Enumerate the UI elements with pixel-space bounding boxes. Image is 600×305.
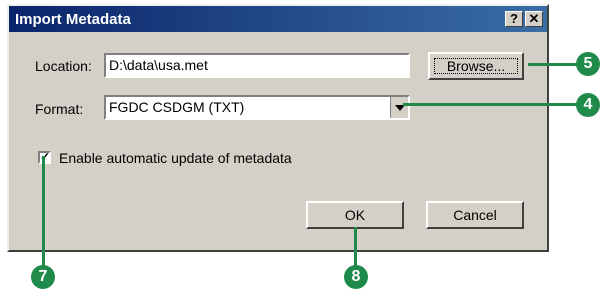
callout-line-5 — [528, 63, 578, 66]
auto-update-label: Enable automatic update of metadata — [59, 150, 292, 166]
cancel-label: Cancel — [453, 207, 497, 223]
ok-label: OK — [344, 207, 366, 223]
location-value: D:\data\usa.met — [109, 57, 208, 73]
title-bar: Import Metadata ? ✕ — [9, 6, 547, 32]
callout-8: 8 — [344, 265, 368, 289]
browse-button[interactable]: Browse... — [428, 52, 524, 80]
location-input[interactable]: D:\data\usa.met — [104, 53, 410, 78]
location-label: Location: — [35, 58, 92, 74]
ok-button[interactable]: OK — [306, 201, 404, 229]
browse-focus-rect — [434, 58, 518, 74]
callout-5: 5 — [576, 52, 600, 76]
callout-line-7 — [42, 156, 45, 269]
format-value: FGDC CSDGM (TXT) — [109, 99, 245, 115]
callout-4: 4 — [576, 93, 600, 117]
import-metadata-dialog: Import Metadata ? ✕ Location: D:\data\us… — [7, 4, 549, 252]
window-title: Import Metadata — [15, 11, 131, 28]
callout-7: 7 — [31, 265, 55, 289]
callout-line-8 — [354, 227, 357, 269]
help-button[interactable]: ? — [505, 11, 523, 27]
callout-line-4 — [403, 103, 578, 106]
format-select[interactable]: FGDC CSDGM (TXT) — [104, 95, 410, 120]
cancel-button[interactable]: Cancel — [426, 201, 524, 229]
close-button[interactable]: ✕ — [525, 11, 543, 27]
chevron-down-icon[interactable] — [390, 97, 408, 118]
format-label: Format: — [35, 101, 84, 117]
